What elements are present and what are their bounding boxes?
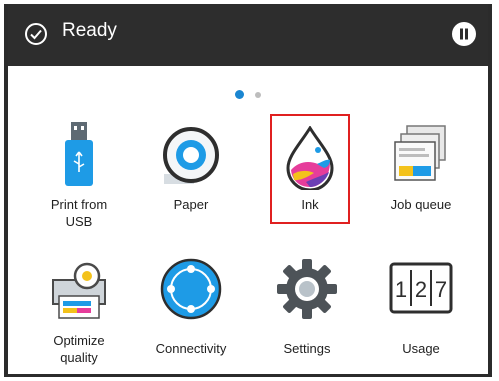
usage-digit: 7 <box>435 277 447 302</box>
status-text: Ready <box>62 20 117 41</box>
app-optimize-quality[interactable]: Optimize quality <box>34 252 124 365</box>
app-label: Optimize <box>53 333 105 348</box>
app-print-from-usb[interactable]: Print from USB <box>34 114 124 229</box>
check-circle-icon <box>25 23 47 45</box>
app-label-line2: quality <box>60 350 98 365</box>
app-label: Ink <box>301 197 319 212</box>
ink-drop-icon <box>286 126 334 190</box>
page-dot-1[interactable] <box>234 90 244 99</box>
app-label: Paper <box>173 197 209 212</box>
app-settings[interactable]: Settings <box>262 252 352 362</box>
app-connectivity[interactable]: Connectivity <box>146 252 236 362</box>
app-label: Settings <box>283 341 331 356</box>
app-job-queue[interactable]: Job queue <box>376 114 466 224</box>
optimize-quality-icon <box>52 262 106 319</box>
app-label-line2: USB <box>65 214 93 229</box>
usage-digit: 1 <box>395 277 407 302</box>
usb-drive-icon <box>65 122 93 186</box>
paper-roll-icon <box>163 127 219 184</box>
usage-digit: 2 <box>415 277 427 302</box>
printer-control-panel: Ready Print from USB Paper Ink Job queue… <box>4 4 492 377</box>
app-label: Connectivity <box>155 341 227 356</box>
usage-counter-icon: 1 2 7 <box>389 262 453 314</box>
app-usage[interactable]: 1 2 7 Usage <box>376 252 466 362</box>
page-indicator[interactable] <box>8 84 488 99</box>
app-label: Usage <box>402 341 440 356</box>
app-ink[interactable]: Ink <box>265 114 355 224</box>
job-queue-icon <box>394 125 446 181</box>
app-label: Print from <box>50 197 108 212</box>
page-dot-2[interactable] <box>255 91 262 98</box>
status-bar: Ready <box>8 4 488 66</box>
app-label: Job queue <box>390 197 452 212</box>
pause-icon[interactable] <box>452 22 476 46</box>
gear-icon <box>277 259 337 319</box>
connectivity-icon <box>160 258 222 320</box>
app-paper[interactable]: Paper <box>146 114 236 224</box>
